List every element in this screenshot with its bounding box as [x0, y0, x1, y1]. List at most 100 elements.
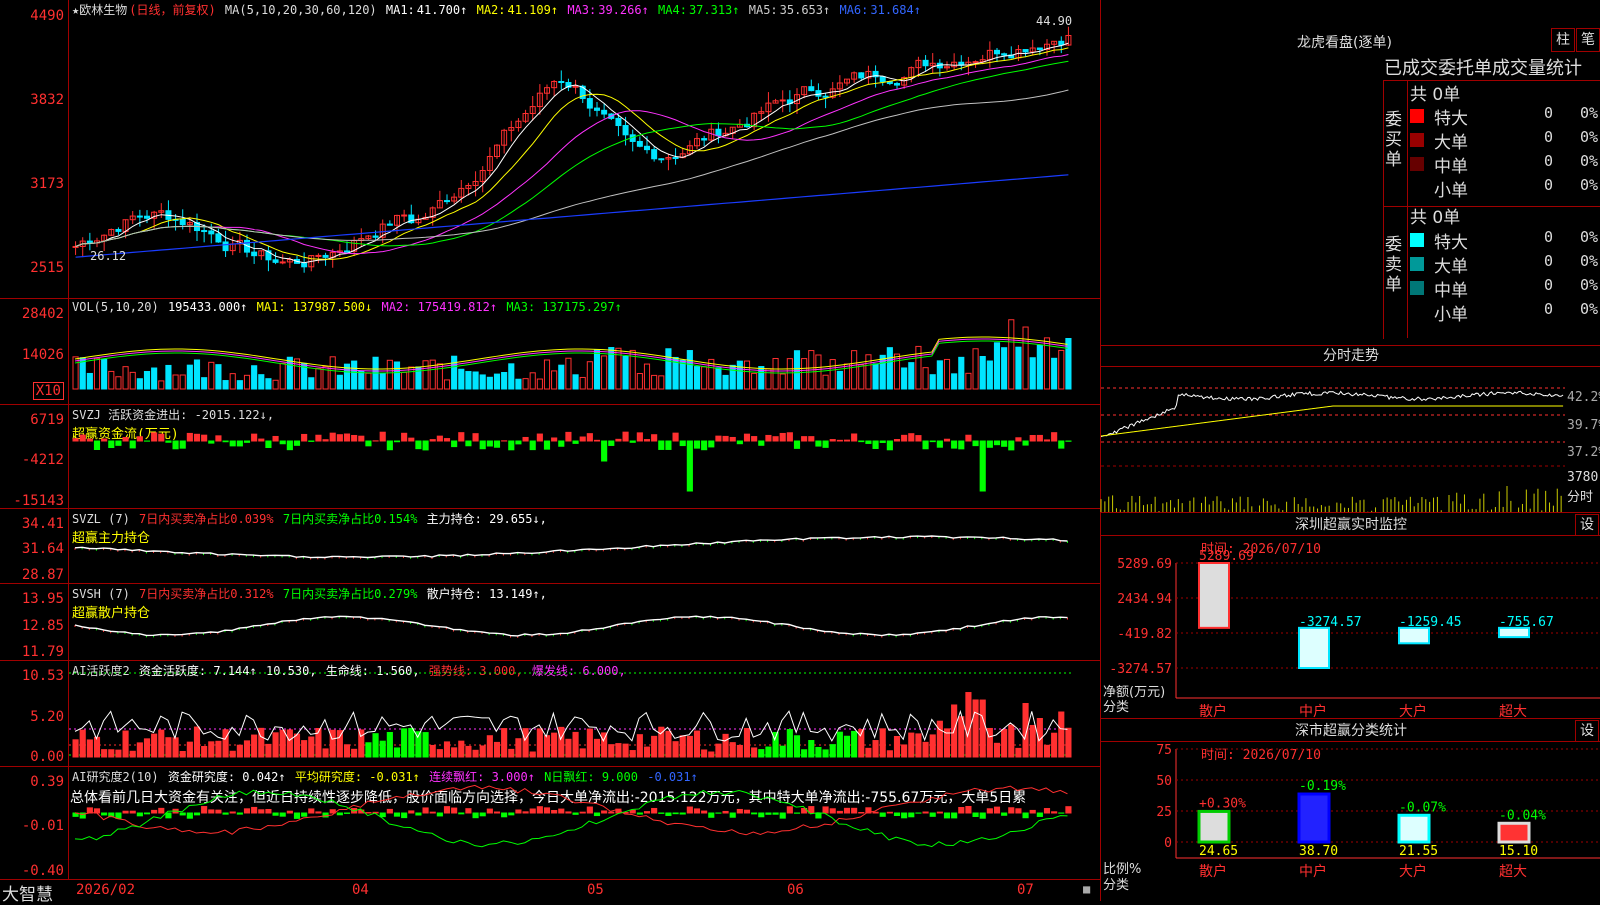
research-bar — [402, 813, 407, 818]
category-label: 中户 — [1299, 863, 1327, 880]
svzj-panel[interactable]: 6719 -4212 -15143 SVZJ 活跃资金进出: -2015.122… — [0, 405, 1100, 509]
activity-bar — [780, 746, 785, 757]
fund-flow-bar — [773, 437, 778, 441]
activity-bar — [816, 747, 821, 757]
volume-bar — [487, 377, 492, 389]
candle-body — [673, 158, 678, 159]
fund-flow-bar — [430, 440, 435, 441]
lock-icon[interactable]: ■ — [1083, 882, 1090, 896]
monitor-panel[interactable]: 深圳超赢实时监控 设 时间: 2026/07/10 5289.692434.94… — [1100, 512, 1600, 719]
fund-flow-bar — [702, 441, 707, 450]
monitor-chart[interactable]: 5289.692434.94-419.82-3274.575289.69散户-3… — [1101, 513, 1600, 719]
activity-bar — [537, 729, 542, 757]
change-label: -0.07% — [1399, 800, 1446, 815]
volume-chart[interactable] — [69, 299, 1100, 404]
y-tick: 6719 — [30, 412, 64, 428]
research-bar — [780, 813, 785, 818]
bar-value-label: 15.10 — [1499, 844, 1538, 859]
fund-flow-bar — [323, 440, 328, 441]
volume-bar — [773, 359, 778, 389]
volume-bar — [566, 358, 571, 389]
fund-flow-bar — [616, 439, 621, 441]
tick-mode-button[interactable]: 笔 — [1576, 28, 1600, 52]
volume-bar — [659, 376, 664, 389]
svsh-y-axis: 13.95 12.85 11.79 — [0, 584, 69, 660]
svzj-y-axis: 6719 -4212 -15143 — [0, 405, 69, 508]
svzl-panel[interactable]: 34.41 31.64 28.87 SVZL (7) 7日内买卖净占比0.039… — [0, 509, 1100, 584]
volume-bar — [287, 357, 292, 389]
fund-flow-bar — [402, 433, 407, 441]
activity-bar — [109, 750, 114, 757]
svzj-chart[interactable] — [69, 405, 1100, 508]
ma6-line — [76, 175, 1069, 257]
activity-bar — [830, 745, 835, 757]
research-bar — [952, 813, 957, 818]
fund-flow-bar — [466, 441, 471, 446]
candle-body — [623, 126, 628, 135]
research-bar — [430, 812, 435, 813]
research-bar — [930, 813, 935, 816]
fund-flow-bar — [530, 441, 535, 450]
longhu-subtitle: 已成交委托单成交量统计 — [1384, 54, 1600, 81]
fund-flow-bar — [537, 434, 542, 441]
column-mode-button[interactable]: 柱 — [1551, 28, 1575, 52]
volume-bar — [152, 368, 157, 389]
activity-bar — [552, 733, 557, 757]
research-bar — [252, 807, 257, 813]
fund-flow-bar — [1016, 438, 1021, 441]
fund-flow-bar — [880, 441, 885, 442]
order-type: 中单 — [1434, 152, 1468, 177]
volume-bar — [130, 372, 135, 389]
fund-flow-bar — [752, 437, 757, 441]
kline-chart[interactable] — [69, 0, 1100, 298]
classify-panel[interactable]: 深市超赢分类统计 设 时间: 2026/07/10 7550250+0.30%2… — [1100, 718, 1600, 901]
candle-body — [823, 96, 828, 97]
fund-flow-bar — [623, 432, 628, 441]
volume-bar — [623, 356, 628, 389]
fund-flow-bar — [409, 438, 414, 441]
fund-flow-bar — [923, 441, 928, 449]
volume-bar — [502, 373, 507, 389]
fund-flow-bar — [1023, 441, 1028, 445]
y-tick: 25 — [1156, 805, 1172, 820]
y-tick: -0.40 — [22, 863, 64, 879]
ai-activity-panel[interactable]: 10.53 5.20 0.00 AI活跃度2 资金活跃度: 7.144↑ 10.… — [0, 661, 1100, 767]
longhu-panel[interactable]: 龙虎看盘(逐单) 柱 笔 已成交委托单成交量统计 委买单 委卖单 — [1100, 0, 1600, 345]
activity-bar — [437, 750, 442, 757]
volume-panel[interactable]: 28402 14026 X10 VOL(5,10,20) 195433.000↑… — [0, 299, 1100, 405]
kline-panel[interactable]: 4490 3832 3173 2515 ★欧林生物(日线，前复权) MA(5,1… — [0, 0, 1100, 299]
volume-bar — [944, 359, 949, 389]
fenshi-panel[interactable]: 分时走势 42.2% 39.7% 37.2% 3780 分时 — [1100, 345, 1600, 513]
fund-flow-bar — [787, 433, 792, 441]
activity-bar — [244, 741, 249, 757]
fenshi-chart[interactable] — [1101, 366, 1565, 513]
research-bar — [387, 809, 392, 813]
volume-bar — [102, 359, 107, 389]
fund-flow-bar — [866, 441, 871, 443]
volume-bar — [887, 348, 892, 389]
activity-bar — [1030, 725, 1035, 757]
volume-bar — [902, 368, 907, 389]
activity-bar — [430, 745, 435, 757]
ai-research-panel[interactable]: 0.39 -0.01 -0.40 AI研究度2(10) 资金研究度: 0.042… — [0, 767, 1100, 880]
research-bar — [894, 813, 899, 816]
svsh-chart[interactable] — [69, 584, 1100, 660]
fund-flow-bar — [930, 441, 935, 442]
volume-bar — [109, 371, 114, 389]
research-bar — [744, 810, 749, 813]
activity-bar — [666, 731, 671, 757]
ai-activity-chart[interactable] — [69, 661, 1100, 766]
activity-bar — [309, 737, 314, 757]
classify-chart[interactable]: 7550250+0.30%24.65散户-0.19%38.70中户-0.07%2… — [1101, 719, 1600, 901]
research-bar — [1044, 809, 1049, 813]
svsh-panel[interactable]: 13.95 12.85 11.79 SVSH (7) 7日内买卖净占比0.312… — [0, 584, 1100, 661]
svzl-chart[interactable] — [69, 509, 1100, 583]
volume-bar — [994, 343, 999, 389]
activity-bar — [559, 727, 564, 757]
activity-bar — [337, 731, 342, 757]
volume-bar — [266, 379, 271, 389]
fund-flow-bar — [587, 434, 592, 441]
research-bar — [544, 808, 549, 813]
ai-research-chart[interactable] — [69, 767, 1100, 879]
candle-body — [895, 84, 900, 86]
